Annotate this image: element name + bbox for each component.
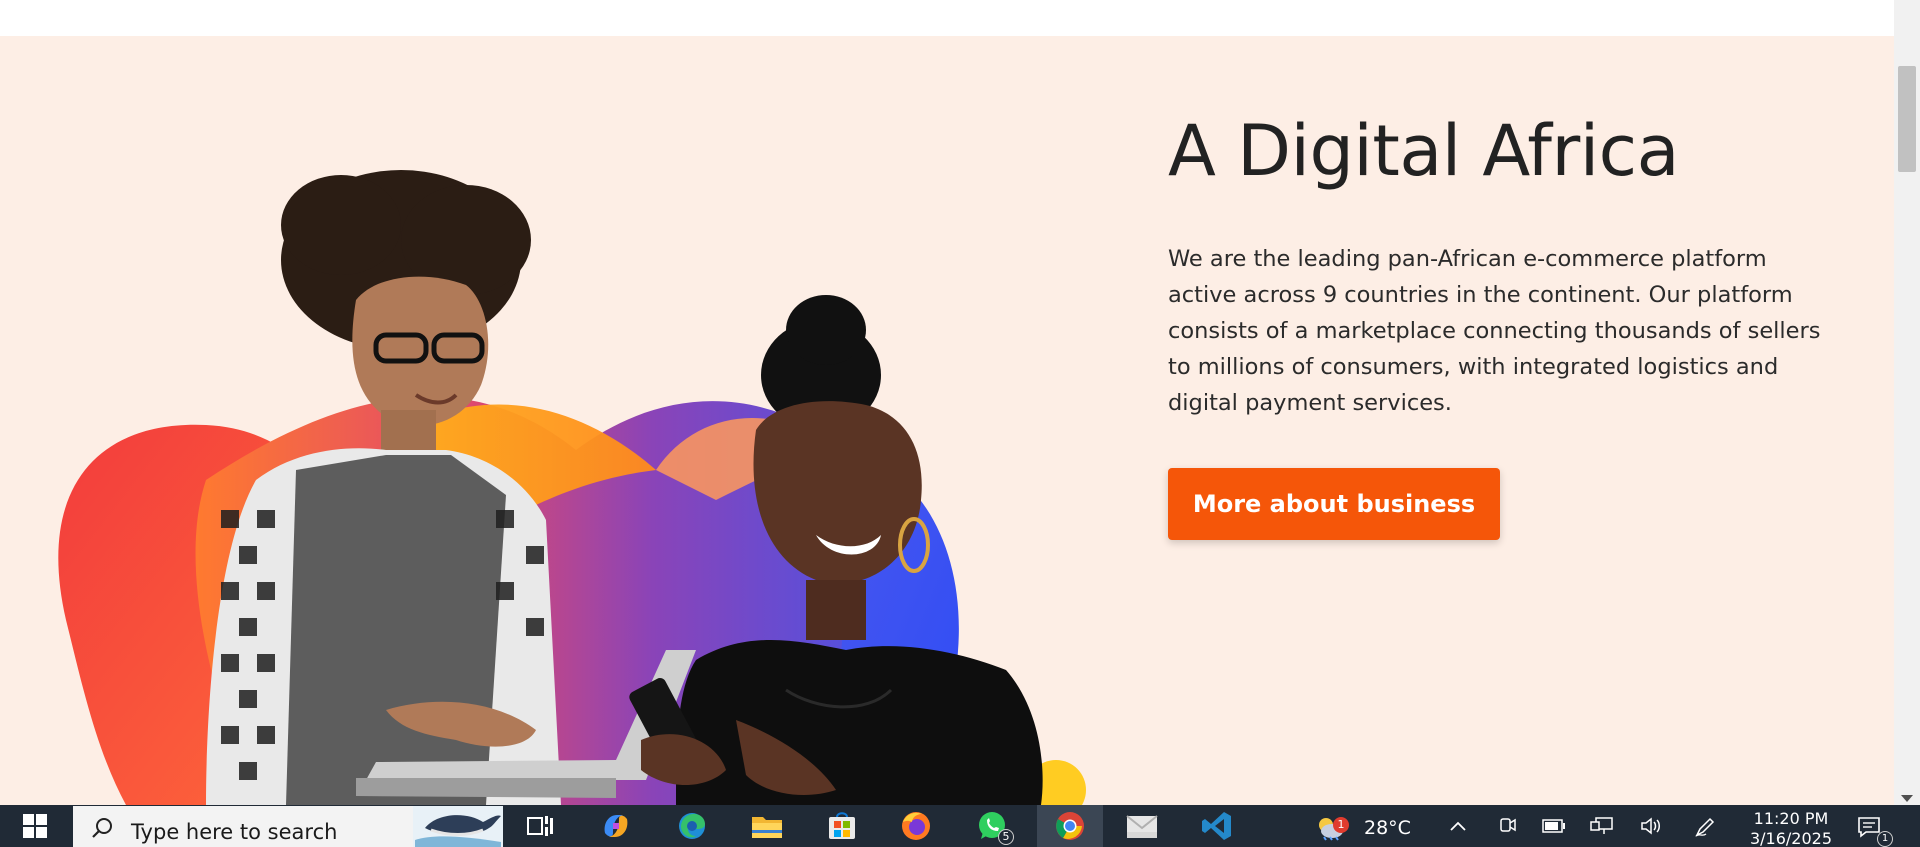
edge-icon — [679, 813, 705, 839]
top-strip — [0, 0, 1894, 36]
taskbar-clock[interactable]: 11:20 PM 3/16/2025 — [1736, 809, 1846, 847]
hero-description: We are the leading pan-African e-commerc… — [1168, 246, 1821, 416]
more-about-business-button[interactable]: More about business — [1168, 468, 1500, 540]
copilot-icon — [604, 815, 628, 837]
chevron-up-icon[interactable] — [1449, 820, 1467, 832]
taskbar-microsoft-store[interactable] — [812, 805, 872, 847]
pen-icon[interactable] — [1694, 816, 1716, 838]
network-icon[interactable] — [1590, 816, 1614, 836]
notification-count-badge: 1 — [1877, 831, 1893, 847]
taskbar-chrome[interactable] — [1037, 805, 1103, 847]
taskbar-whatsapp[interactable]: 5 — [962, 805, 1022, 847]
taskbar-mail[interactable] — [1112, 805, 1172, 847]
store-icon — [829, 812, 855, 839]
taskbar-vscode[interactable] — [1187, 805, 1247, 847]
scroll-down-arrow-icon[interactable] — [1901, 795, 1913, 802]
scrollbar-thumb[interactable] — [1898, 66, 1916, 172]
hero-image — [56, 150, 1096, 805]
taskbar-copilot[interactable] — [586, 805, 646, 847]
page-scrollbar[interactable] — [1894, 0, 1920, 805]
task-view-button[interactable] — [510, 805, 570, 847]
whatsapp-badge: 5 — [998, 829, 1014, 845]
vscode-icon — [1202, 812, 1231, 840]
weather-temperature: 28°C — [1364, 817, 1411, 839]
clock-date: 3/16/2025 — [1749, 829, 1833, 847]
battery-icon[interactable] — [1542, 819, 1566, 833]
search-highlight-whale-icon — [413, 806, 503, 847]
volume-icon[interactable] — [1640, 816, 1662, 836]
search-icon — [92, 818, 112, 838]
taskbar: Type here to search 5 1 28°C 11:20 PM 3/… — [0, 805, 1920, 847]
hero-illustration — [58, 170, 1086, 805]
mail-icon — [1126, 815, 1158, 838]
taskbar-edge[interactable] — [662, 805, 722, 847]
clock-time: 11:20 PM — [1753, 809, 1829, 828]
weather-alert-badge: 1 — [1333, 817, 1349, 833]
taskbar-search-box[interactable]: Type here to search — [73, 806, 503, 847]
search-placeholder: Type here to search — [131, 820, 338, 844]
page-title: A Digital Africa — [1168, 110, 1680, 192]
start-button[interactable] — [0, 805, 70, 847]
firefox-icon — [902, 812, 930, 840]
chrome-icon — [1056, 812, 1084, 840]
hero-section: A Digital Africa We are the leading pan-… — [0, 36, 1894, 805]
taskbar-file-explorer[interactable] — [737, 805, 797, 847]
task-view-icon — [527, 816, 553, 836]
taskbar-firefox[interactable] — [886, 805, 946, 847]
windows-icon — [23, 814, 47, 838]
folder-icon — [752, 817, 782, 838]
meet-now-icon[interactable] — [1498, 816, 1518, 836]
